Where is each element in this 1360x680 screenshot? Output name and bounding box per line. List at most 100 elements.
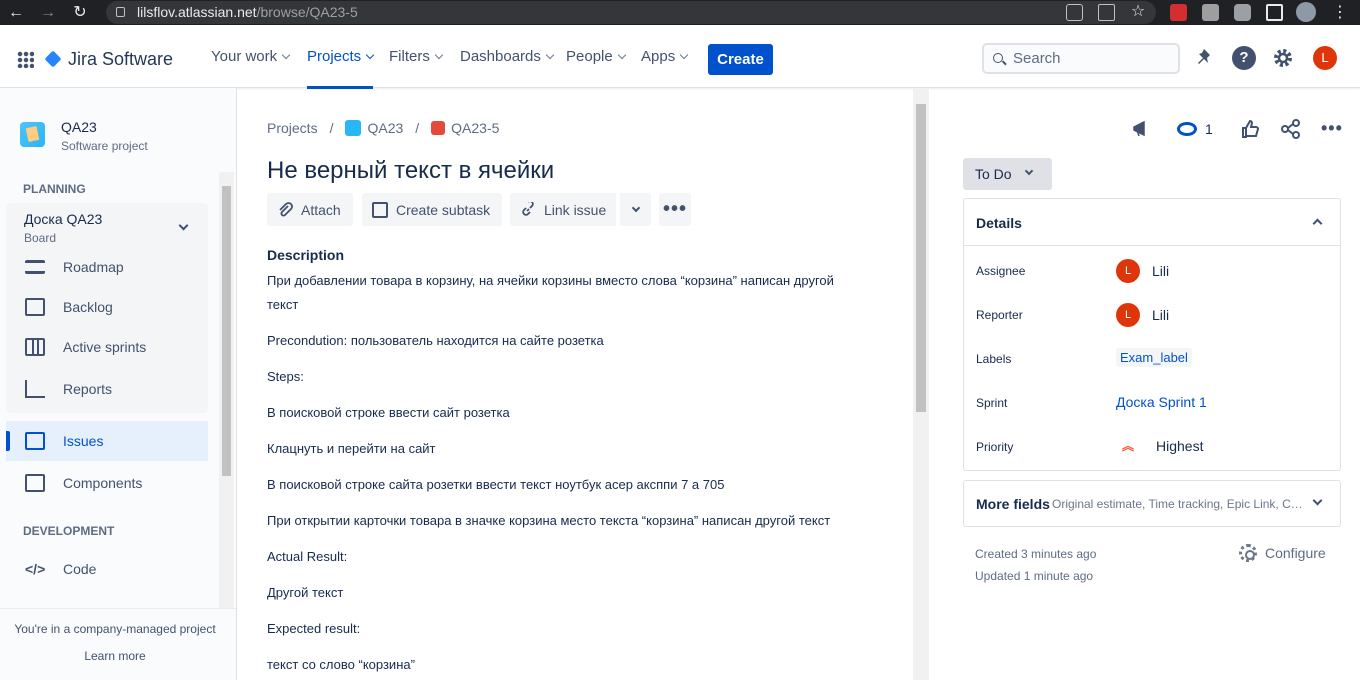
puzzle-icon[interactable] xyxy=(1234,4,1251,21)
description-paragraph[interactable]: В поисковой строке сайта розетки ввести … xyxy=(267,473,877,497)
share-icon[interactable] xyxy=(1280,118,1302,140)
priority-value[interactable]: ︽ Highest xyxy=(1116,438,1203,454)
priority-highest-icon: ︽ xyxy=(1121,439,1134,453)
back-icon[interactable]: ← xyxy=(6,3,26,23)
reporter-value[interactable]: L Lili xyxy=(1116,303,1169,327)
thumbs-up-icon[interactable] xyxy=(1239,118,1261,140)
chevron-down-icon xyxy=(545,50,555,59)
menu-dashboards[interactable]: Dashboards xyxy=(460,48,555,65)
breadcrumb: Projects / QA23 / QA23-5 xyxy=(267,120,500,136)
sidebar-item-issues[interactable]: Issues xyxy=(6,421,208,461)
search-box[interactable] xyxy=(982,43,1180,74)
description-paragraph[interactable]: Precondution: пользователь находится на … xyxy=(267,329,877,353)
address-bar[interactable]: lilsflov.atlassian.net/browse/QA23-5 xyxy=(106,1,1156,24)
more-icon: ••• xyxy=(662,198,687,220)
description-paragraph[interactable]: Expected result: xyxy=(267,617,877,641)
company-managed-text: You're in a company-managed project xyxy=(14,622,216,636)
more-icon[interactable]: ••• xyxy=(1321,118,1343,140)
description-paragraph[interactable]: Actual Result: xyxy=(267,545,877,569)
sidebar-scrollbar[interactable] xyxy=(219,172,234,608)
link-issue-dropdown[interactable] xyxy=(620,193,651,226)
created-time: Created 3 minutes ago xyxy=(975,547,1097,561)
watchers-count: 1 xyxy=(1205,121,1213,137)
subtask-icon xyxy=(372,201,388,218)
scrollbar-thumb[interactable] xyxy=(222,186,231,476)
more-fields-section[interactable]: More fields Original estimate, Time trac… xyxy=(963,480,1341,527)
menu-your-work[interactable]: Your work xyxy=(211,48,291,65)
menu-filters[interactable]: Filters xyxy=(389,48,444,65)
jira-logo[interactable]: Jira Software xyxy=(44,48,173,70)
assignee-label: Assignee xyxy=(976,264,1026,278)
sprint-value[interactable]: Доска Sprint 1 xyxy=(1116,394,1207,410)
description-paragraph[interactable]: В поисковой строке ввести сайт розетка xyxy=(267,401,877,425)
breadcrumb-issue-key[interactable]: QA23-5 xyxy=(451,120,499,136)
breadcrumb-projects[interactable]: Projects xyxy=(267,120,318,136)
details-section: Details Assignee L Lili Reporter L Lili … xyxy=(963,198,1341,471)
chevron-down-icon xyxy=(1312,495,1323,506)
sidebar-item-code[interactable]: </> Code xyxy=(6,549,208,589)
scrollbar-thumb[interactable] xyxy=(916,104,926,412)
profile-avatar[interactable] xyxy=(1296,2,1316,22)
description-paragraph[interactable]: При добавлении товара в корзину, на ячей… xyxy=(267,269,847,317)
forward-icon[interactable]: → xyxy=(38,3,58,23)
attach-button[interactable]: Attach xyxy=(267,193,353,226)
sidebar-item-reports[interactable]: Reports xyxy=(6,369,208,409)
notifications-icon[interactable] xyxy=(1193,46,1217,70)
label-chip[interactable]: Exam_label xyxy=(1116,348,1192,367)
breadcrumb-project[interactable]: QA23 xyxy=(367,120,403,136)
main-scrollbar[interactable] xyxy=(913,88,929,680)
menu-apps[interactable]: Apps xyxy=(641,48,689,65)
share-icon[interactable] xyxy=(1098,4,1115,21)
menu-people[interactable]: People xyxy=(566,48,626,65)
issues-icon xyxy=(25,432,45,450)
chart-line-icon xyxy=(25,380,45,398)
sidebar-item-active-sprints[interactable]: Active sprints xyxy=(6,327,208,367)
sidebar-item-components[interactable]: Components xyxy=(6,463,208,503)
labels-value[interactable]: Exam_label xyxy=(1116,348,1192,367)
user-avatar[interactable]: L xyxy=(1313,46,1337,70)
details-header[interactable]: Details xyxy=(964,199,1340,246)
description-paragraph[interactable]: Steps: xyxy=(267,365,877,389)
translate-icon[interactable] xyxy=(1066,4,1083,21)
issue-main: Projects / QA23 / QA23-5 Не верный текст… xyxy=(237,88,913,680)
labels-label: Labels xyxy=(976,352,1012,366)
top-navigation: Jira Software Your work Projects Filters… xyxy=(0,25,1360,89)
description-paragraph[interactable]: Другой текст xyxy=(267,581,877,605)
help-icon[interactable]: ? xyxy=(1232,46,1256,70)
issue-title[interactable]: Не верный текст в ячейки xyxy=(267,157,554,185)
feedback-megaphone-icon[interactable] xyxy=(1131,118,1153,140)
development-header: DEVELOPMENT xyxy=(23,524,115,538)
avatar: L xyxy=(1116,259,1140,283)
side-panel-icon[interactable] xyxy=(1266,4,1283,21)
create-subtask-button[interactable]: Create subtask xyxy=(362,193,503,226)
link-issue-button[interactable]: Link issue xyxy=(510,193,617,226)
project-avatar-icon xyxy=(345,120,362,136)
learn-more-link[interactable]: Learn more xyxy=(0,649,230,663)
pdf-extension-icon[interactable] xyxy=(1170,4,1187,21)
bookmark-star-icon[interactable]: ☆ xyxy=(1128,2,1148,22)
chevron-down-icon xyxy=(281,50,291,59)
chevron-down-icon xyxy=(365,50,375,59)
description-paragraph[interactable]: При открытии карточки товара в значке ко… xyxy=(267,509,877,533)
watch-button[interactable]: 1 xyxy=(1177,118,1227,140)
reload-icon[interactable]: ↻ xyxy=(70,3,90,23)
extension-icon[interactable] xyxy=(1202,4,1219,21)
kebab-menu-icon[interactable]: ⋮ xyxy=(1330,3,1350,23)
assignee-value[interactable]: L Lili xyxy=(1116,259,1169,283)
jira-diamond-icon xyxy=(44,50,62,68)
description-paragraph[interactable]: текст со слово “корзина” xyxy=(267,653,877,677)
more-actions-button[interactable]: ••• xyxy=(659,193,691,226)
board-name[interactable]: Доска QA23 xyxy=(24,211,102,227)
status-dropdown[interactable]: To Do xyxy=(963,158,1052,190)
menu-projects[interactable]: Projects xyxy=(307,48,375,89)
create-button[interactable]: Create xyxy=(708,44,773,75)
search-input[interactable] xyxy=(1013,50,1163,67)
sidebar-item-backlog[interactable]: Backlog xyxy=(6,287,208,327)
bug-icon xyxy=(431,121,446,135)
app-switcher-icon[interactable] xyxy=(17,51,34,68)
project-name[interactable]: QA23 xyxy=(61,119,97,135)
configure-button[interactable]: Configure xyxy=(1239,544,1326,562)
settings-gear-icon[interactable] xyxy=(1271,46,1295,70)
description-paragraph[interactable]: Клацнуть и перейти на сайт xyxy=(267,437,877,461)
sidebar-item-roadmap[interactable]: Roadmap xyxy=(6,247,208,287)
